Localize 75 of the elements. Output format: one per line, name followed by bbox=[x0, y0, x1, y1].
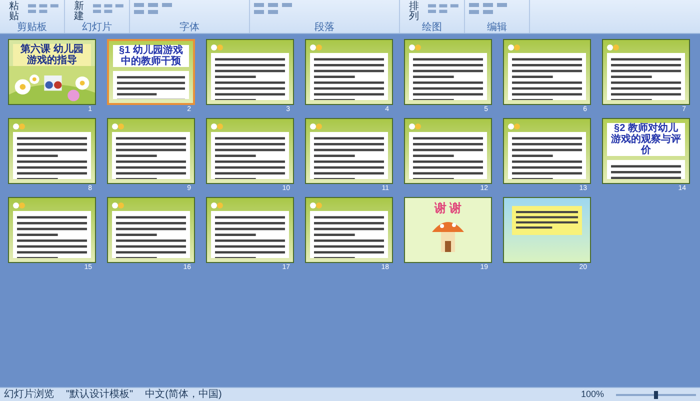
language-label: 中文(简体，中国) bbox=[145, 390, 222, 400]
group-label: 幻灯片 bbox=[81, 22, 113, 33]
view-label: 幻灯片浏览 bbox=[4, 390, 54, 400]
ribbon-button[interactable]: 排列 bbox=[404, 0, 424, 22]
text-lines-drawing bbox=[611, 57, 681, 100]
flower-icon bbox=[409, 123, 421, 130]
group-label: 编辑 bbox=[486, 22, 508, 33]
slide-thumbnail[interactable] bbox=[305, 118, 393, 184]
slide-title: §1 幼儿园游戏中的教师干预 bbox=[113, 45, 189, 67]
flower-icon bbox=[310, 202, 322, 209]
slide-title: §2 教师对幼儿游戏的观察与评价 bbox=[607, 123, 685, 156]
toolbar-icons-drawing bbox=[469, 2, 509, 16]
toolbar-icons-drawing bbox=[93, 2, 125, 16]
slide-thumbnail[interactable] bbox=[305, 39, 393, 105]
flower-icon bbox=[211, 44, 223, 51]
group-label: 字体 bbox=[178, 22, 200, 33]
flower-icon bbox=[310, 123, 322, 130]
slide-thumbnail[interactable] bbox=[8, 197, 96, 263]
group-label: 剪贴板 bbox=[16, 22, 48, 33]
flower-icon bbox=[508, 44, 520, 51]
flower-icon bbox=[607, 44, 619, 51]
slide-thumbnail[interactable] bbox=[206, 118, 294, 184]
slide-thumbnail[interactable]: §1 幼儿园游戏中的教师干预 bbox=[107, 39, 195, 105]
flower-icon bbox=[112, 202, 124, 209]
slide-title: 第六课 幼儿园游戏的指导 bbox=[13, 44, 91, 66]
text-lines-drawing bbox=[314, 57, 384, 100]
text-lines-drawing bbox=[413, 57, 483, 100]
flower-icon bbox=[310, 44, 322, 51]
text-lines-drawing bbox=[116, 136, 186, 179]
slide-thumbnail[interactable] bbox=[404, 118, 492, 184]
text-lines-drawing bbox=[314, 136, 384, 179]
flower-icon bbox=[13, 123, 25, 130]
slide-thumbnail[interactable] bbox=[107, 118, 195, 184]
slide-thumbnail[interactable]: §2 教师对幼儿游戏的观察与评价 bbox=[602, 118, 690, 184]
flower-icon bbox=[211, 202, 223, 209]
slide-thumbnail[interactable] bbox=[305, 197, 393, 263]
slide-thumbnail[interactable]: 第六课 幼儿园游戏的指导 bbox=[8, 39, 96, 105]
ribbon-button[interactable]: 新建 bbox=[69, 0, 89, 22]
text-lines-drawing bbox=[17, 215, 87, 258]
toolbar-icons-drawing bbox=[254, 2, 294, 16]
slide-thumbnail[interactable] bbox=[8, 118, 96, 184]
text-lines-drawing bbox=[17, 136, 87, 179]
flower-icon bbox=[409, 44, 421, 51]
zoom-level: 100% bbox=[580, 390, 604, 399]
toolbar-icons-drawing bbox=[134, 2, 174, 16]
slide-title: 谢 谢 bbox=[434, 202, 462, 214]
theme-label: "默认设计模板" bbox=[66, 390, 134, 400]
text-lines-drawing bbox=[314, 215, 384, 258]
text-lines-drawing bbox=[215, 57, 285, 100]
slide-thumbnail[interactable] bbox=[503, 39, 591, 105]
flower-icon bbox=[13, 202, 25, 209]
text-lines-drawing bbox=[215, 136, 285, 179]
toolbar-icons-drawing bbox=[28, 2, 60, 16]
text-lines-drawing bbox=[413, 136, 483, 179]
slide-thumbnail[interactable] bbox=[206, 197, 294, 263]
slide-thumbnail[interactable] bbox=[206, 39, 294, 105]
flower-icon bbox=[112, 123, 124, 130]
slider-thumb[interactable] bbox=[654, 390, 658, 398]
slide-thumbnail[interactable] bbox=[107, 197, 195, 263]
ribbon-button[interactable]: 粘贴 bbox=[4, 0, 24, 22]
text-lines-drawing bbox=[215, 215, 285, 258]
text-lines-drawing bbox=[116, 215, 186, 258]
group-label: 段落 bbox=[314, 22, 336, 33]
text-lines-drawing bbox=[516, 210, 578, 231]
flower-icon bbox=[211, 123, 223, 130]
group-label: 绘图 bbox=[421, 22, 443, 33]
slide-thumbnail[interactable] bbox=[503, 118, 591, 184]
slide-thumbnail[interactable] bbox=[503, 197, 591, 263]
toolbar-icons-drawing bbox=[428, 2, 460, 16]
zoom-slider[interactable] bbox=[616, 390, 696, 398]
flower-icon bbox=[508, 123, 520, 130]
slide-thumbnail[interactable] bbox=[602, 39, 690, 105]
text-lines-drawing bbox=[512, 57, 582, 100]
slide-thumbnail[interactable] bbox=[404, 39, 492, 105]
text-lines-drawing bbox=[512, 136, 582, 179]
